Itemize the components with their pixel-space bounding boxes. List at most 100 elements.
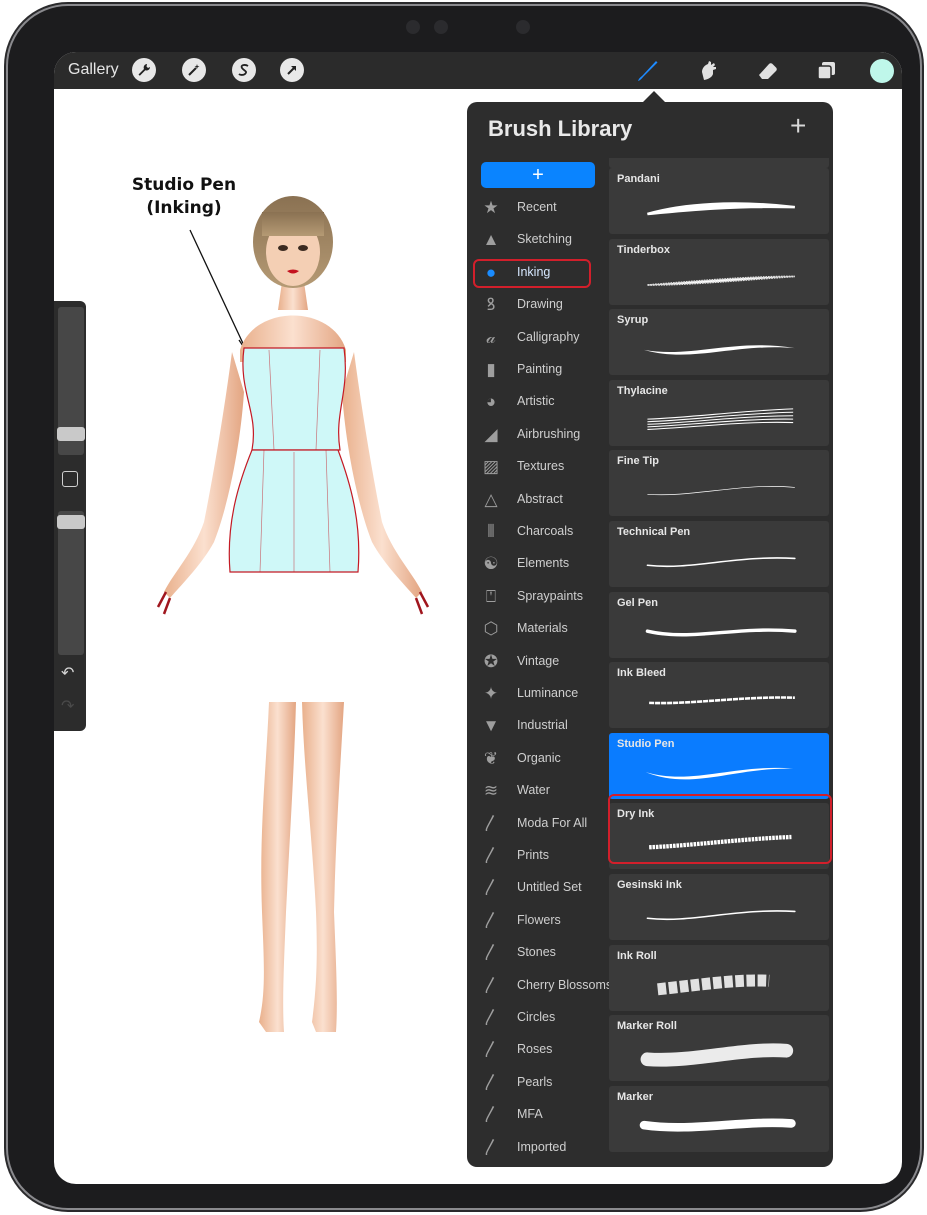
- brush-set-elements[interactable]: ☯ Elements: [467, 550, 609, 580]
- brush-set-label: Stones: [517, 945, 556, 960]
- brush-set-label: Luminance: [517, 686, 579, 700]
- brush-stroke-icon: 〳: [482, 910, 500, 930]
- brush-set-recent[interactable]: ★ Recent: [467, 194, 609, 224]
- brush-set-charcoals[interactable]: ⦀ Charcoals: [467, 518, 609, 548]
- paintbrush-icon: ▮: [486, 360, 496, 379]
- layers-icon[interactable]: [814, 58, 840, 84]
- brush-set-imported[interactable]: 〳 Imported: [467, 1134, 609, 1164]
- brush-set-label: Flowers: [517, 912, 561, 927]
- brush-set-label: Artistic: [517, 394, 555, 409]
- brush-set-luminance[interactable]: ✦ Luminance: [467, 680, 609, 710]
- brush-set-pearls[interactable]: 〳 Pearls: [467, 1069, 609, 1099]
- brush-set-label: Cherry Blossoms: [517, 977, 613, 992]
- star-icon: ★: [483, 198, 499, 217]
- brush-set-cherry-blossoms[interactable]: 〳 Cherry Blossoms: [467, 972, 613, 1002]
- leaf-icon: ❦: [483, 748, 499, 768]
- brush-set-textures[interactable]: ▨ Textures: [467, 453, 609, 483]
- brush-tinderbox[interactable]: Tinderbox: [609, 238, 829, 305]
- fashion-figure-illustration: [156, 196, 430, 1032]
- cube-icon: ⬡: [483, 619, 499, 639]
- swirl-icon: ꝸ: [486, 295, 496, 315]
- brush-technical-pen[interactable]: Technical Pen: [609, 521, 829, 587]
- brush-name: Ink Roll: [617, 949, 657, 962]
- brush-set-circles[interactable]: 〳 Circles: [467, 1004, 609, 1034]
- triangle-icon: △: [484, 489, 498, 509]
- brush-name: Gesinski Ink: [617, 879, 682, 891]
- brush-fine-tip[interactable]: Fine Tip: [609, 450, 829, 517]
- brush-set-roses[interactable]: 〳 Roses: [467, 1036, 609, 1066]
- brush-set-flowers[interactable]: 〳 Flowers: [467, 907, 609, 937]
- brush-set-organic[interactable]: ❦ Organic: [467, 745, 609, 775]
- brush-set-untitled-set[interactable]: 〳 Untitled Set: [467, 874, 609, 904]
- brush-set-water[interactable]: ≋ Water: [467, 777, 609, 807]
- brush-set-artistic[interactable]: ◕ Artistic: [467, 388, 609, 418]
- brush-set-mfa[interactable]: 〳 MFA: [467, 1101, 609, 1131]
- brush-library-panel: Brush Library + + ★ Recent ▲ Sketching ● Inki…: [467, 102, 833, 1167]
- inking-highlight-outline: [473, 259, 591, 288]
- brush-set-label: MFA: [517, 1107, 543, 1122]
- brush-set-label: Drawing: [517, 297, 563, 312]
- brush-name: Gel Pen: [617, 596, 658, 609]
- waves-icon: ≋: [483, 781, 499, 801]
- brush-set-sketching[interactable]: ▲ Sketching: [467, 226, 609, 256]
- brush-set-prints[interactable]: 〳 Prints: [467, 842, 609, 872]
- brush-set-moda-for-all[interactable]: 〳 Moda For All: [467, 810, 609, 840]
- brush-name: Ink Bleed: [617, 667, 666, 680]
- brush-name: Thylacine: [617, 384, 668, 397]
- new-brush-button[interactable]: +: [790, 112, 806, 140]
- brush-stroke-icon: 〳: [482, 846, 500, 865]
- annotation-label: Studio Pen (Inking): [124, 174, 244, 220]
- palette-icon: ◕: [485, 392, 497, 412]
- brush-set-industrial[interactable]: ▼ Industrial: [467, 712, 609, 742]
- brush-stroke-icon: 〳: [482, 813, 500, 833]
- brush-set-label: Roses: [517, 1042, 553, 1057]
- sensor-dot: [406, 20, 420, 34]
- brush-set-label: Painting: [517, 362, 563, 376]
- brush-pandani[interactable]: Pandani: [609, 168, 829, 234]
- brush-set-label: Spraypaints: [517, 588, 584, 603]
- brush-set-abstract[interactable]: △ Abstract: [467, 486, 609, 516]
- color-picker-button[interactable]: [870, 59, 894, 83]
- brush-stroke-icon: 〳: [482, 1072, 500, 1092]
- popover-caret: [643, 91, 665, 102]
- brush-thylacine[interactable]: Thylacine: [609, 379, 829, 446]
- texture-icon: ▨: [482, 457, 500, 477]
- brush-name: Fine Tip: [617, 455, 659, 468]
- brush-set-vintage[interactable]: ✪ Vintage: [467, 648, 609, 678]
- brush-set-spraypaints[interactable]: ⍞ Spraypaints: [467, 583, 609, 613]
- studio-pen-highlight-outline: [608, 794, 832, 864]
- brush-marker[interactable]: Marker: [609, 1085, 829, 1152]
- brush-ink-bleed[interactable]: Ink Bleed: [609, 662, 829, 729]
- brush-partial[interactable]: [609, 158, 829, 168]
- brush-set-label: Pearls: [517, 1074, 553, 1089]
- brush-gel-pen[interactable]: Gel Pen: [609, 591, 829, 658]
- brush-set-label: Untitled Set: [517, 880, 582, 895]
- annotation-line-2: (Inking): [146, 198, 222, 218]
- brush-gesinski-ink[interactable]: Gesinski Ink: [609, 874, 829, 940]
- pencil-tip-icon: ▲: [482, 230, 500, 250]
- brush-set-label: Materials: [517, 621, 568, 636]
- eraser-icon[interactable]: [755, 58, 781, 84]
- brush-set-stones[interactable]: 〳 Stones: [467, 939, 609, 969]
- smudge-icon[interactable]: [696, 58, 722, 84]
- brush-set-painting[interactable]: ▮ Painting: [467, 356, 609, 386]
- brush-set-calligraphy[interactable]: 𝒶 Calligraphy: [467, 324, 609, 354]
- annotation-line-1: Studio Pen: [131, 175, 237, 195]
- brush-stroke-icon: 〳: [482, 1137, 500, 1157]
- brush-stroke-icon: 〳: [482, 1105, 500, 1125]
- ipad-frame: Gallery ↶ ↷ Studio Pen (Inking) Brush Li…: [8, 6, 920, 1208]
- brush-icon[interactable]: [634, 58, 660, 84]
- brush-stroke-icon: 〳: [482, 878, 500, 898]
- brush-set-airbrushing[interactable]: ◢ Airbrushing: [467, 421, 609, 451]
- brush-ink-roll[interactable]: Ink Roll: [609, 944, 829, 1011]
- anvil-icon: ▼: [482, 716, 500, 736]
- brush-set-label: Imported: [517, 1139, 567, 1154]
- brush-set-materials[interactable]: ⬡ Materials: [467, 615, 609, 645]
- sparkle-icon: ✦: [483, 684, 499, 703]
- brush-marker-roll[interactable]: Marker Roll: [609, 1015, 829, 1082]
- brush-set-drawing[interactable]: ꝸ Drawing: [467, 291, 609, 321]
- brush-syrup[interactable]: Syrup: [609, 309, 829, 376]
- new-brush-set-button[interactable]: +: [481, 162, 595, 188]
- brush-studio-pen[interactable]: Studio Pen: [609, 732, 829, 799]
- brush-set-label: Calligraphy: [517, 329, 580, 344]
